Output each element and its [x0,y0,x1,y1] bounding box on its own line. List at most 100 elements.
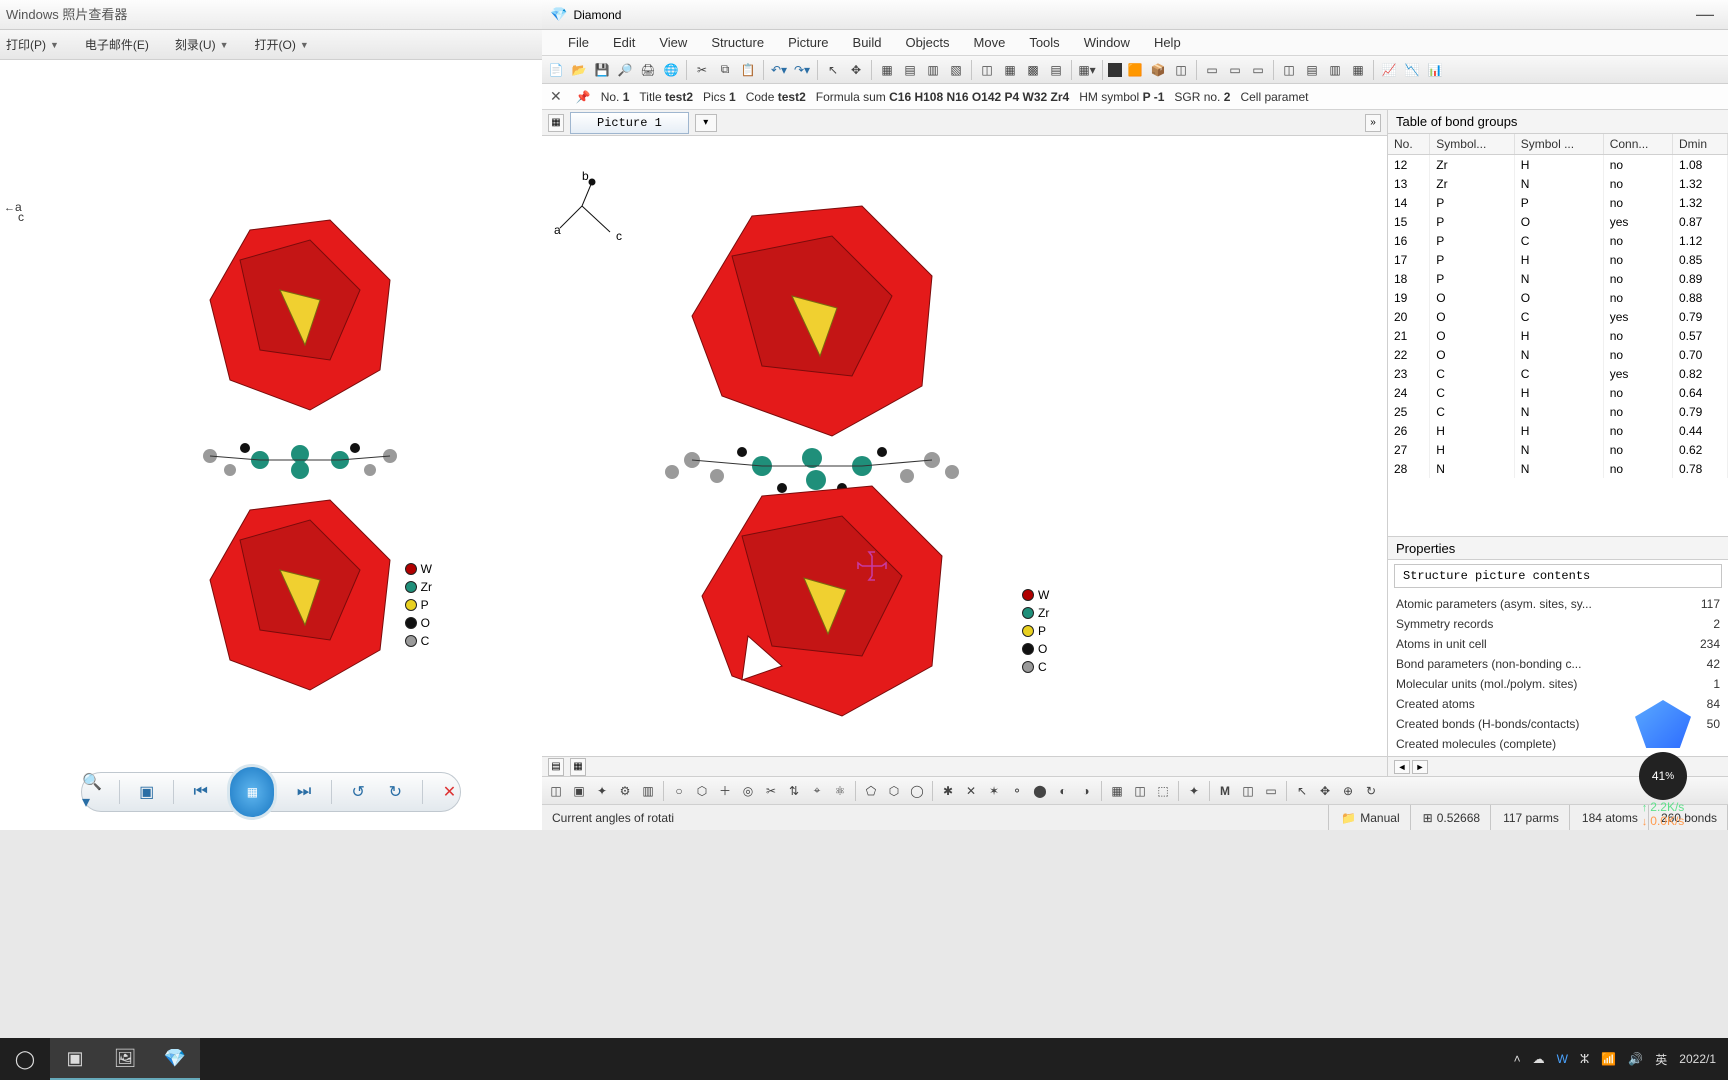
t2-29[interactable]: ◫ [1238,781,1258,801]
tray-net-icon[interactable]: W [1557,1052,1568,1066]
print-icon[interactable]: 🖨 [638,60,658,80]
t2-16[interactable]: ◯ [907,781,927,801]
dm-menu-structure[interactable]: Structure [711,35,764,50]
view8-icon[interactable]: ▤ [1046,60,1066,80]
nav-prev-icon[interactable]: ◄ [1394,760,1410,774]
pv-menu-burn[interactable]: 刻录(U)▼ [175,36,229,53]
bond-row[interactable]: 12ZrHno1.08 [1388,155,1728,175]
t2-3[interactable]: ✦ [592,781,612,801]
bond-row[interactable]: 13ZrNno1.32 [1388,174,1728,193]
t2-10[interactable]: ✂ [761,781,781,801]
t2-32[interactable]: ✥ [1315,781,1335,801]
t2-28[interactable]: M [1215,781,1235,801]
t2-11[interactable]: ⇅ [784,781,804,801]
bond-row[interactable]: 27HNno0.62 [1388,440,1728,459]
color1-icon[interactable] [1108,63,1122,77]
scroll-tabs-icon[interactable]: » [1365,114,1381,132]
view7-icon[interactable]: ▩ [1023,60,1043,80]
dm-menu-objects[interactable]: Objects [905,35,949,50]
task-app-1[interactable]: ▣ [50,1038,100,1080]
tray-vol-icon[interactable]: 🔊 [1628,1052,1643,1066]
t2-27[interactable]: ✦ [1184,781,1204,801]
paste-icon[interactable]: 📋 [738,60,758,80]
prev-icon[interactable]: ⏮ [190,780,211,804]
t2-14[interactable]: ⬠ [861,781,881,801]
pv-menu-email[interactable]: 电子邮件(E) [85,36,149,53]
t2-18[interactable]: ✕ [961,781,981,801]
tray-up-icon[interactable]: ˄ [1514,1052,1521,1066]
picture-tab[interactable]: Picture 1 [570,112,689,134]
dm-canvas[interactable]: a b c [542,136,1387,756]
dm-menu-edit[interactable]: Edit [613,35,635,50]
t2-31[interactable]: ↖ [1292,781,1312,801]
color2-icon[interactable]: 🟧 [1125,60,1145,80]
bond-row[interactable]: 17PHno0.85 [1388,250,1728,269]
t2-15[interactable]: ⬡ [884,781,904,801]
speed-overlay[interactable]: 41% ↑ 2.2K/s ↓ 0.0K/s [1623,700,1703,828]
tray-ime[interactable]: 英 [1655,1051,1667,1068]
dm-menu-window[interactable]: Window [1084,35,1130,50]
chart2-icon[interactable]: 📉 [1402,60,1422,80]
t2-26[interactable]: ⬚ [1153,781,1173,801]
find-icon[interactable]: 🔎 [615,60,635,80]
task-diamond[interactable]: 💎 [150,1038,200,1080]
pv-canvas[interactable]: ←a c [0,60,542,770]
dm-menu-build[interactable]: Build [853,35,882,50]
t2-9[interactable]: ◎ [738,781,758,801]
unitcell-icon[interactable]: 📦 [1148,60,1168,80]
t2-20[interactable]: ⚬ [1007,781,1027,801]
fit-icon[interactable]: ▣ [136,780,157,804]
bond-row[interactable]: 24CHno0.64 [1388,383,1728,402]
t2-7[interactable]: ⬡ [692,781,712,801]
prop-row[interactable]: Atoms in unit cell234 [1388,634,1728,654]
tray-date[interactable]: 2022/1 [1679,1052,1716,1066]
t2-12[interactable]: ⌖ [807,781,827,801]
dm-menu-view[interactable]: View [659,35,687,50]
view4-icon[interactable]: ▧ [946,60,966,80]
pv-menu-open[interactable]: 打开(O)▼ [255,36,309,53]
t2-6[interactable]: ○ [669,781,689,801]
thumb2-icon[interactable]: ▦ [570,758,586,776]
redo-icon[interactable]: ↷▾ [792,60,812,80]
layer2-icon[interactable]: ▭ [1225,60,1245,80]
dm-menu-picture[interactable]: Picture [788,35,828,50]
slideshow-button[interactable]: ▦ [227,764,277,820]
bond-table[interactable]: No.Symbol...Symbol ...Conn...Dmin 12ZrHn… [1388,134,1728,536]
t2-4[interactable]: ⚙ [615,781,635,801]
minimize-button[interactable]: — [1690,4,1720,25]
open-icon[interactable]: 📂 [569,60,589,80]
t2-25[interactable]: ◫ [1130,781,1150,801]
bond-row[interactable]: 28NNno0.78 [1388,459,1728,478]
chart1-icon[interactable]: 📈 [1379,60,1399,80]
new-tab-icon[interactable]: ▾ [695,114,717,132]
cut-icon[interactable]: ✂ [692,60,712,80]
t2-5[interactable]: ▥ [638,781,658,801]
bond-row[interactable]: 20OCyes0.79 [1388,307,1728,326]
status-mode[interactable]: 📁 Manual [1331,805,1410,830]
rotate-cw-icon[interactable]: ↻ [385,780,406,804]
bond-row[interactable]: 25CNno0.79 [1388,402,1728,421]
globe-icon[interactable]: 🌐 [661,60,681,80]
t2-24[interactable]: ▦ [1107,781,1127,801]
dm-menu-tools[interactable]: Tools [1029,35,1059,50]
view3-icon[interactable]: ▥ [923,60,943,80]
save-icon[interactable]: 💾 [592,60,612,80]
bond-row[interactable]: 26HHno0.44 [1388,421,1728,440]
prop-row[interactable]: Symmetry records2 [1388,614,1728,634]
t2-1[interactable]: ◫ [546,781,566,801]
t2-17[interactable]: ✱ [938,781,958,801]
bond-row[interactable]: 23CCyes0.82 [1388,364,1728,383]
t2-21[interactable]: ⬤ [1030,781,1050,801]
view5-icon[interactable]: ◫ [977,60,997,80]
bond-row[interactable]: 18PNno0.89 [1388,269,1728,288]
dm-menu-file[interactable]: File [568,35,589,50]
prop-row[interactable]: Molecular units (mol./polym. sites)1 [1388,674,1728,694]
prop-row[interactable]: Atomic parameters (asym. sites, sy...117 [1388,594,1728,614]
bond-row[interactable]: 21OHno0.57 [1388,326,1728,345]
t2-22[interactable]: ◐ [1053,781,1073,801]
panel1-icon[interactable]: ◫ [1279,60,1299,80]
prop-row[interactable]: Bond parameters (non-bonding c...42 [1388,654,1728,674]
pointer-icon[interactable]: ↖ [823,60,843,80]
rotate-ccw-icon[interactable]: ↺ [348,780,369,804]
panel3-icon[interactable]: ▥ [1325,60,1345,80]
